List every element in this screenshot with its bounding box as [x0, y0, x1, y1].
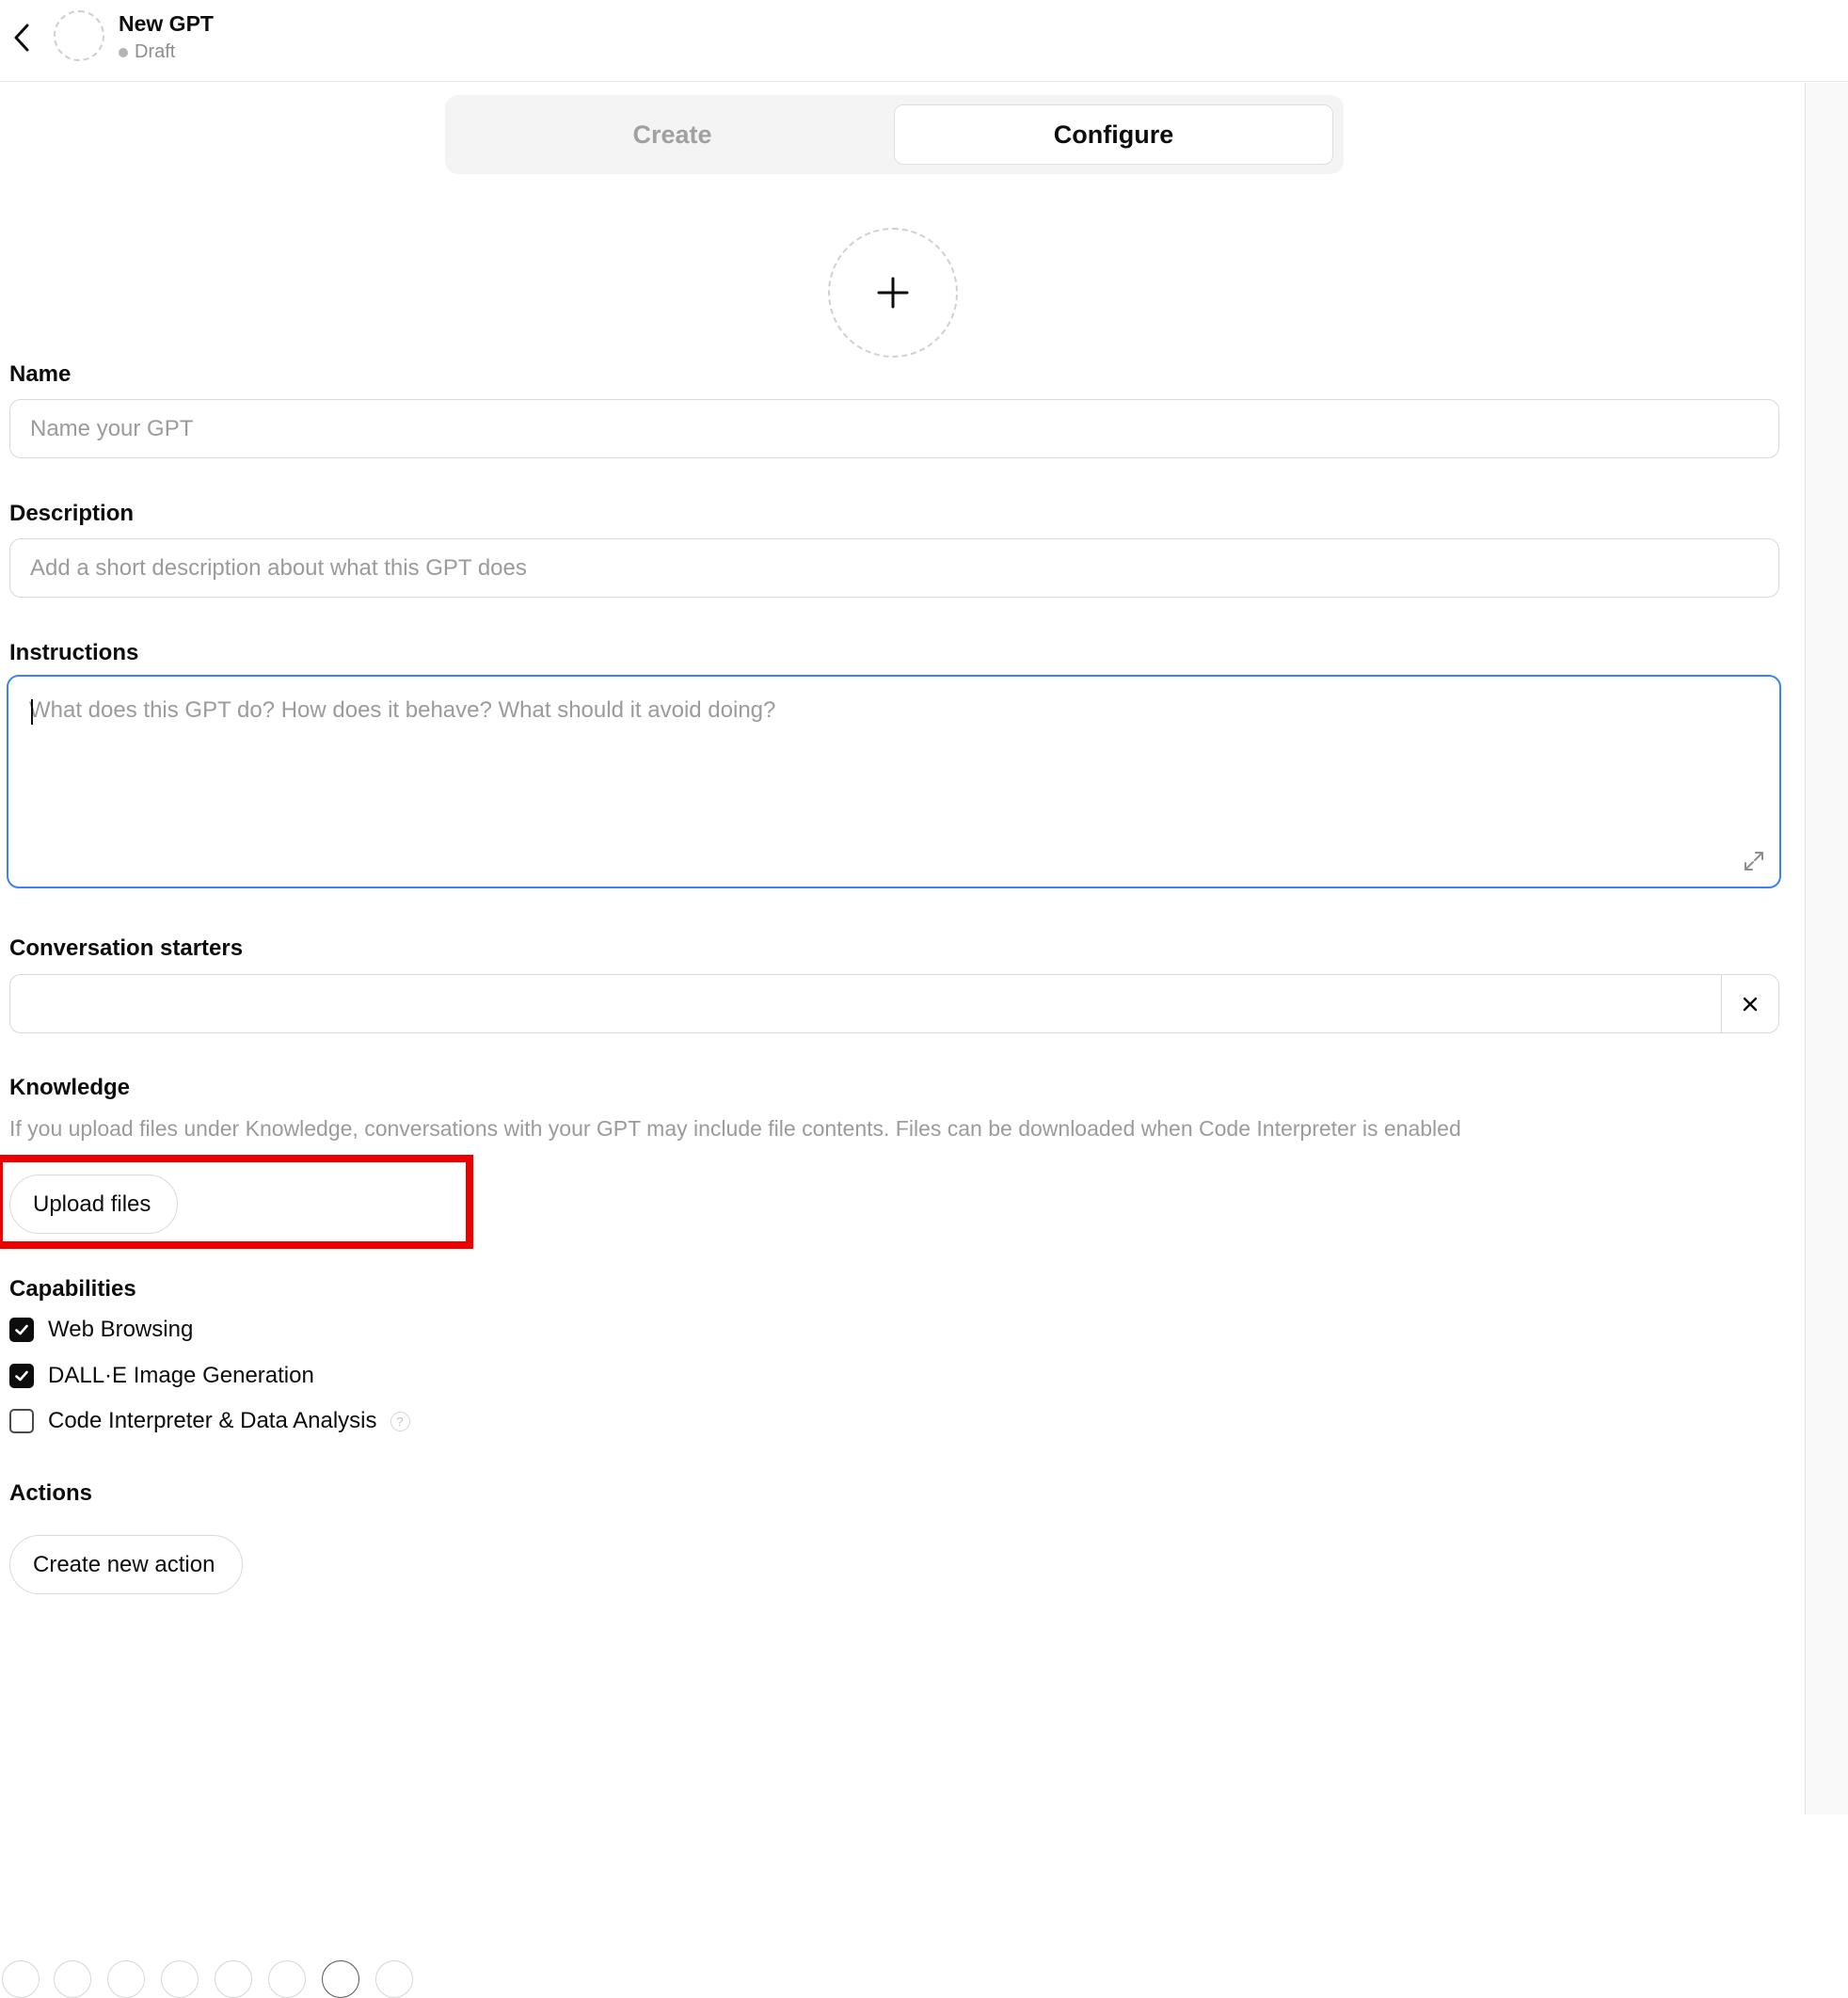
description-input[interactable] — [10, 539, 1778, 597]
status-dot-icon — [119, 47, 128, 57]
panel-divider — [1805, 83, 1806, 1814]
toolbar-circle-icon[interactable] — [2, 1960, 40, 1998]
tab-configure[interactable]: Configure — [894, 104, 1333, 165]
status-label: Draft — [135, 41, 176, 62]
instructions-textarea[interactable] — [8, 677, 1779, 887]
capabilities-label: Capabilities — [9, 1276, 136, 1302]
toolbar-circle-icon[interactable] — [268, 1960, 306, 1998]
name-field-wrapper — [9, 399, 1779, 458]
toolbar-circle-icon[interactable] — [54, 1960, 91, 1998]
description-label: Description — [9, 501, 135, 526]
add-avatar-button[interactable] — [828, 228, 958, 358]
capability-code-interpreter: Code Interpreter & Data Analysis ? — [9, 1407, 410, 1435]
chevron-left-icon — [14, 24, 29, 52]
conversation-starters-label: Conversation starters — [9, 935, 244, 961]
instructions-label: Instructions — [9, 640, 139, 665]
toolbar-circle-icon[interactable] — [161, 1960, 199, 1998]
toolbar-circle-icon[interactable] — [375, 1960, 413, 1998]
toolbar-circle-icon[interactable] — [322, 1960, 359, 1998]
actions-label: Actions — [9, 1480, 93, 1506]
checkmark-icon — [15, 1324, 28, 1335]
top-header: New GPT Draft — [0, 0, 1848, 82]
web-browsing-label: Web Browsing — [48, 1317, 194, 1342]
name-label: Name — [9, 361, 72, 387]
conversation-starter-input[interactable] — [10, 975, 1722, 1032]
dalle-checkbox[interactable] — [9, 1364, 34, 1388]
dalle-label: DALL·E Image Generation — [48, 1363, 314, 1388]
code-interpreter-checkbox[interactable] — [9, 1409, 34, 1433]
help-icon[interactable]: ? — [390, 1411, 410, 1431]
gpt-avatar — [54, 10, 104, 61]
checkmark-icon — [15, 1370, 28, 1382]
capability-web-browsing: Web Browsing — [9, 1316, 193, 1344]
back-button[interactable] — [8, 19, 38, 56]
expand-icon[interactable] — [1742, 849, 1766, 873]
draft-status: Draft — [119, 41, 175, 63]
preview-panel-edge — [1806, 83, 1848, 1814]
instructions-field-wrapper — [7, 675, 1781, 888]
close-icon — [1743, 997, 1758, 1011]
name-input[interactable] — [10, 400, 1778, 457]
plus-icon — [877, 277, 909, 309]
create-new-action-button[interactable]: Create new action — [9, 1535, 243, 1594]
clear-starter-button[interactable] — [1721, 975, 1778, 1032]
toolbar-circle-icon[interactable] — [215, 1960, 252, 1998]
gpt-title: New GPT — [119, 11, 214, 36]
code-interpreter-label: Code Interpreter & Data Analysis — [48, 1408, 377, 1433]
conversation-starter-wrapper — [9, 974, 1779, 1033]
upload-files-button[interactable]: Upload files — [9, 1175, 178, 1234]
web-browsing-checkbox[interactable] — [9, 1318, 34, 1342]
tab-create[interactable]: Create — [453, 104, 892, 165]
knowledge-note: If you upload files under Knowledge, con… — [9, 1116, 1461, 1141]
knowledge-label: Knowledge — [9, 1075, 131, 1100]
capability-dalle: DALL·E Image Generation — [9, 1362, 314, 1390]
mode-tabs: Create Configure — [445, 95, 1344, 174]
toolbar-circle-icon[interactable] — [107, 1960, 145, 1998]
description-field-wrapper — [9, 538, 1779, 598]
text-caret — [31, 699, 33, 725]
